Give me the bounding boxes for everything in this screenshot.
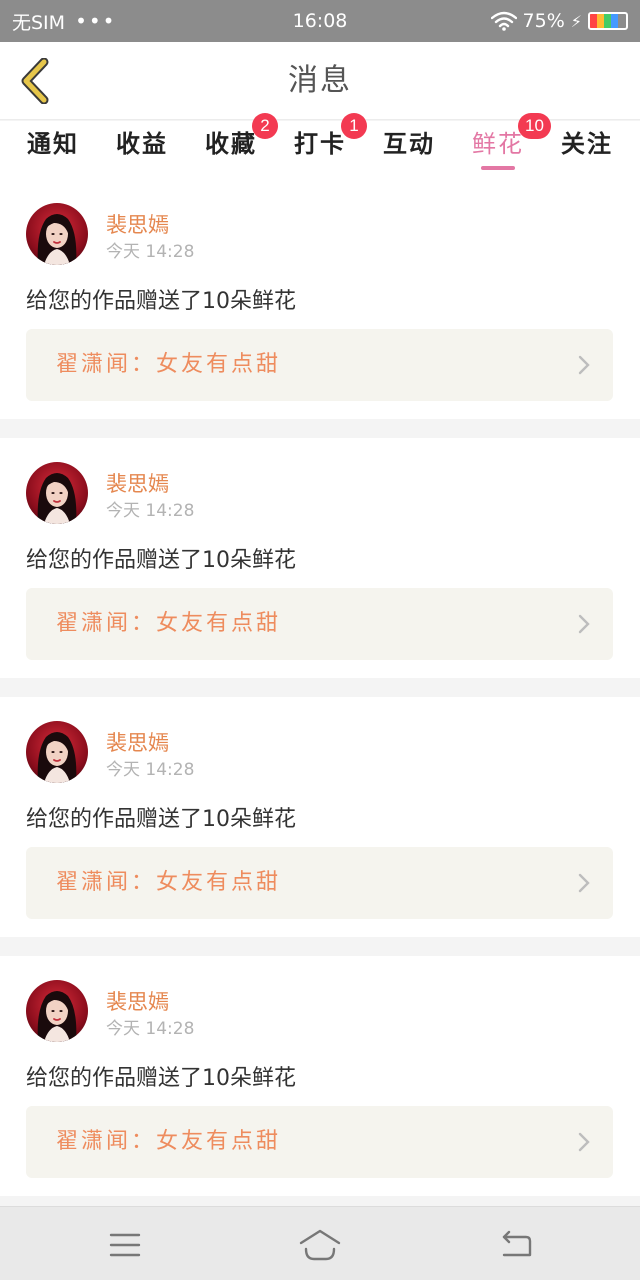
chevron-right-icon bbox=[578, 1132, 590, 1152]
avatar[interactable] bbox=[26, 462, 88, 524]
work-title: 翟潇闻：女友有点甜 bbox=[56, 870, 282, 895]
avatar[interactable] bbox=[26, 203, 88, 265]
tab-checkin[interactable]: 打卡 1 bbox=[285, 113, 367, 179]
avatar[interactable] bbox=[26, 980, 88, 1042]
home-button[interactable] bbox=[298, 1225, 342, 1265]
carrier-label: 无SIM bbox=[12, 11, 66, 34]
header: 消息 bbox=[0, 42, 640, 120]
work-title: 翟潇闻：女友有点甜 bbox=[56, 611, 282, 636]
back-button[interactable] bbox=[12, 56, 58, 106]
sender-name[interactable]: 裴思嫣 bbox=[106, 727, 169, 757]
sender-name[interactable]: 裴思嫣 bbox=[106, 209, 169, 239]
home-icon bbox=[299, 1229, 341, 1261]
battery-percent: 75% bbox=[522, 10, 565, 32]
chevron-right-icon bbox=[578, 355, 590, 375]
signal-dots: ••• bbox=[75, 9, 117, 33]
tab-notice[interactable]: 通知 bbox=[18, 121, 88, 179]
avatar[interactable] bbox=[26, 721, 88, 783]
work-link[interactable]: 翟潇闻：女友有点甜 bbox=[26, 847, 613, 919]
tab-follow[interactable]: 关注 bbox=[552, 121, 622, 179]
message-list: 裴思嫣 今天 14:28 给您的作品赠送了10朵鲜花 翟潇闻：女友有点甜 裴思嫣… bbox=[0, 179, 640, 1215]
menu-button[interactable] bbox=[105, 1225, 145, 1265]
message-text: 给您的作品赠送了10朵鲜花 bbox=[26, 807, 296, 832]
tab-label: 通知 bbox=[27, 129, 79, 158]
chevron-left-icon bbox=[21, 58, 49, 104]
work-link[interactable]: 翟潇闻：女友有点甜 bbox=[26, 329, 613, 401]
work-link[interactable]: 翟潇闻：女友有点甜 bbox=[26, 588, 613, 660]
timestamp: 今天 14:28 bbox=[106, 501, 195, 521]
work-link[interactable]: 翟潇闻：女友有点甜 bbox=[26, 1106, 613, 1178]
chevron-right-icon bbox=[578, 614, 590, 634]
tab-bar: 通知 收益 收藏 2 打卡 1 互动 鲜花 10 关注 bbox=[0, 113, 640, 179]
message-text: 给您的作品赠送了10朵鲜花 bbox=[26, 289, 296, 314]
status-left: 无SIM ••• bbox=[12, 8, 116, 35]
tab-label: 收益 bbox=[116, 129, 168, 158]
status-bar: 无SIM ••• 16:08 75% ⚡ bbox=[0, 0, 640, 42]
message-text: 给您的作品赠送了10朵鲜花 bbox=[26, 1066, 296, 1091]
tab-label: 关注 bbox=[561, 129, 613, 158]
tab-interaction[interactable]: 互动 bbox=[374, 121, 444, 179]
message-text: 给您的作品赠送了10朵鲜花 bbox=[26, 548, 296, 573]
tab-label: 收藏 bbox=[205, 129, 257, 158]
sender-name[interactable]: 裴思嫣 bbox=[106, 986, 169, 1016]
tab-flowers[interactable]: 鲜花 10 bbox=[463, 113, 551, 179]
unread-badge: 10 bbox=[518, 113, 551, 139]
unread-badge: 2 bbox=[252, 113, 278, 139]
chevron-right-icon bbox=[578, 873, 590, 893]
list-item: 裴思嫣 今天 14:28 给您的作品赠送了10朵鲜花 翟潇闻：女友有点甜 bbox=[0, 697, 640, 937]
page-title: 消息 bbox=[288, 63, 352, 98]
tab-earnings[interactable]: 收益 bbox=[107, 121, 177, 179]
list-item: 裴思嫣 今天 14:28 给您的作品赠送了10朵鲜花 翟潇闻：女友有点甜 bbox=[0, 956, 640, 1196]
menu-icon bbox=[109, 1233, 141, 1257]
work-title: 翟潇闻：女友有点甜 bbox=[56, 352, 282, 377]
active-tab-indicator bbox=[481, 166, 515, 170]
status-right: 75% ⚡ bbox=[490, 10, 628, 32]
timestamp: 今天 14:28 bbox=[106, 760, 195, 780]
tab-favorites[interactable]: 收藏 2 bbox=[196, 113, 278, 179]
timestamp: 今天 14:28 bbox=[106, 242, 195, 262]
unread-badge: 1 bbox=[341, 113, 367, 139]
battery-icon bbox=[588, 12, 628, 30]
list-item: 裴思嫣 今天 14:28 给您的作品赠送了10朵鲜花 翟潇闻：女友有点甜 bbox=[0, 179, 640, 419]
system-nav-bar bbox=[0, 1206, 640, 1280]
list-item: 裴思嫣 今天 14:28 给您的作品赠送了10朵鲜花 翟潇闻：女友有点甜 bbox=[0, 438, 640, 678]
timestamp: 今天 14:28 bbox=[106, 1019, 195, 1039]
sender-name[interactable]: 裴思嫣 bbox=[106, 468, 169, 498]
tab-label: 互动 bbox=[383, 129, 435, 158]
wifi-icon bbox=[490, 11, 517, 31]
charging-bolt-icon: ⚡ bbox=[570, 11, 582, 31]
tab-label: 鲜花 bbox=[472, 130, 524, 158]
tab-label: 打卡 bbox=[294, 129, 346, 158]
back-nav-button[interactable] bbox=[496, 1225, 536, 1265]
back-icon bbox=[502, 1230, 532, 1257]
work-title: 翟潇闻：女友有点甜 bbox=[56, 1129, 282, 1154]
